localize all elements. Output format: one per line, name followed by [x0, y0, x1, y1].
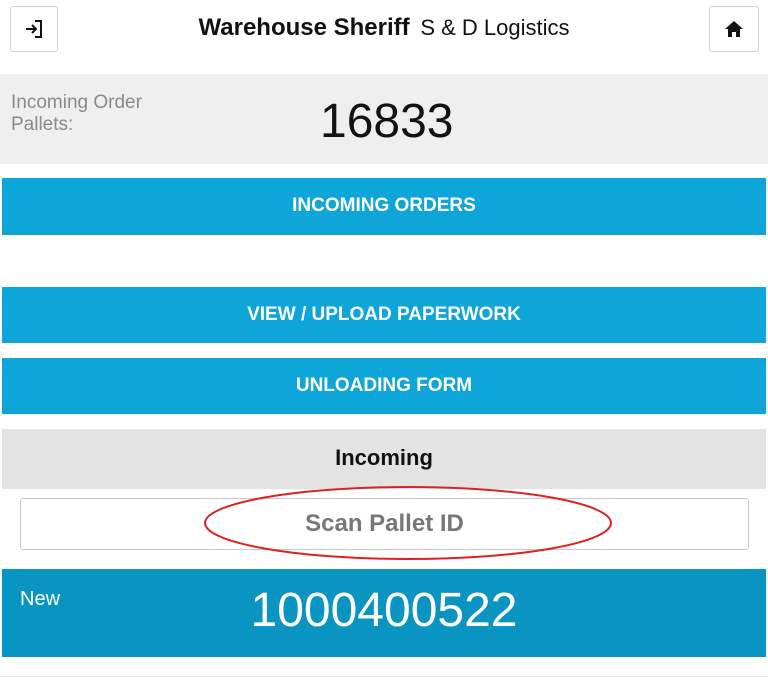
pallets-label: Incoming Order Pallets: [11, 92, 142, 135]
home-icon [725, 21, 743, 37]
pallets-count: 16833 [320, 95, 454, 148]
pallet-id-value: 1000400522 [250, 584, 518, 637]
view-upload-paperwork-button[interactable]: VIEW / UPLOAD PAPERWORK [2, 287, 766, 343]
app-name: Warehouse Sheriff [198, 14, 410, 41]
incoming-orders-button[interactable]: INCOMING ORDERS [2, 178, 766, 235]
pallets-summary: Incoming Order Pallets: 16833 [0, 74, 768, 164]
unloading-form-button[interactable]: UNLOADING FORM [2, 358, 766, 414]
app-header: Warehouse Sheriff S & D Logistics [0, 0, 768, 66]
section-incoming-header: Incoming [2, 429, 766, 489]
new-pallet-panel[interactable]: New 1000400522 [2, 569, 766, 657]
page-title: Warehouse Sheriff S & D Logistics [0, 14, 768, 42]
company-name: S & D Logistics [420, 15, 570, 40]
scan-pallet-id-input[interactable]: Scan Pallet ID [20, 498, 749, 550]
divider [0, 676, 768, 677]
home-button[interactable] [709, 6, 759, 52]
